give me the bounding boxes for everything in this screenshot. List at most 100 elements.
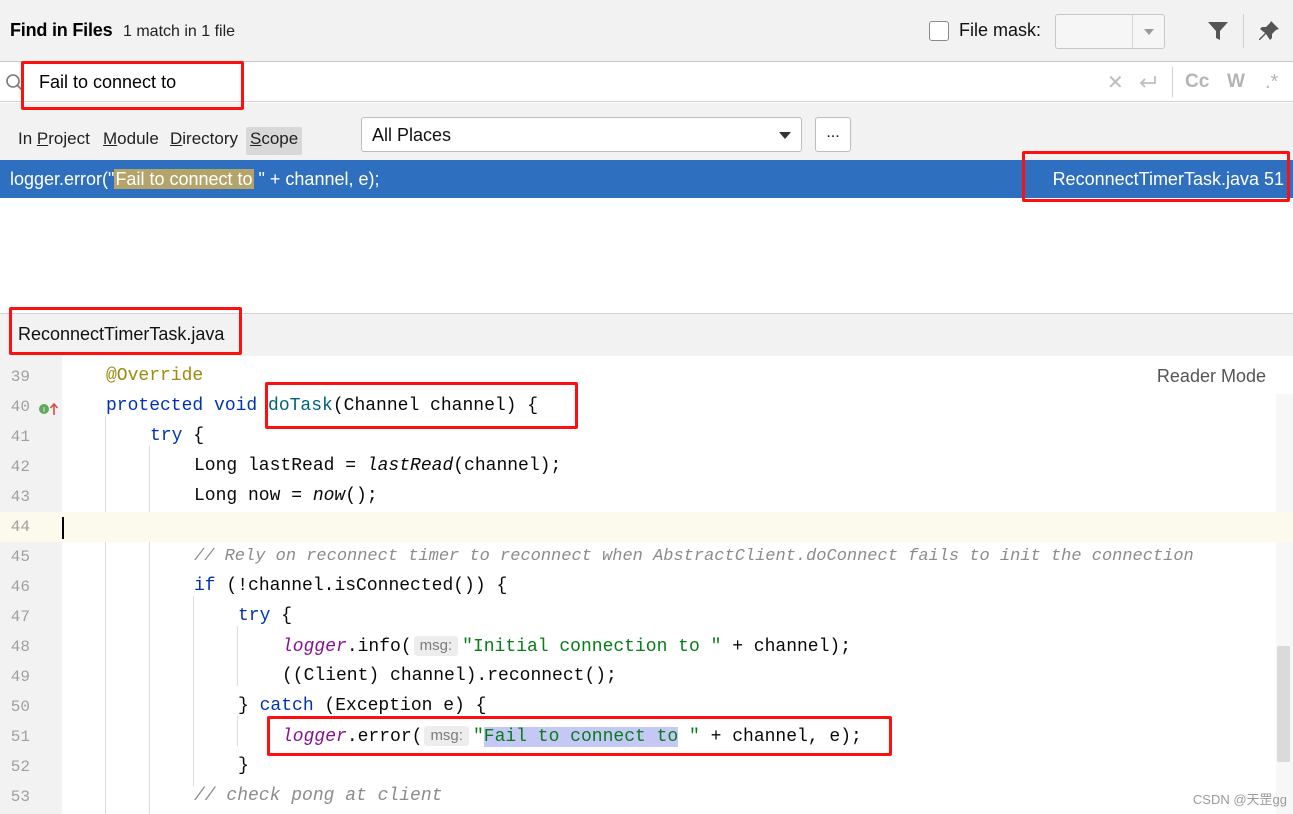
keyword: try: [238, 606, 271, 626]
tab-module[interactable]: Module: [101, 127, 161, 155]
match-case-toggle[interactable]: Cc: [1185, 71, 1209, 93]
code-line-43[interactable]: 43 Long now = now();: [0, 482, 1293, 512]
line-number: 44: [10, 518, 30, 536]
string-literal: ": [678, 727, 700, 747]
file-mask-combo[interactable]: [1055, 14, 1165, 49]
code-comment: // check pong at client: [194, 786, 443, 806]
code-line-48[interactable]: 48 logger.info(msg: "Initial connection t…: [0, 632, 1293, 662]
code-line-46[interactable]: 46 if (!channel.isConnected()) {: [0, 572, 1293, 602]
text-caret: [62, 517, 64, 539]
whole-words-toggle[interactable]: W: [1227, 71, 1245, 93]
line-number: 48: [10, 638, 30, 656]
code-line-41[interactable]: 41 try {: [0, 422, 1293, 452]
line-number: 50: [10, 698, 30, 716]
code-text: {: [182, 426, 205, 446]
code-line-50[interactable]: 50 } catch (Exception e) {: [0, 692, 1293, 722]
regex-toggle[interactable]: .*: [1265, 71, 1278, 94]
code-text: ();: [345, 486, 378, 506]
scope-places-select[interactable]: All Places: [361, 117, 802, 152]
line-number: 39: [10, 368, 30, 386]
code-line-53[interactable]: 53 // check pong at client: [0, 782, 1293, 812]
code-line-42[interactable]: 42 Long lastRead = lastRead(channel);: [0, 452, 1293, 482]
keyword: try: [150, 426, 183, 446]
result-row[interactable]: logger.error("Fail to connect to " + cha…: [0, 160, 1293, 198]
tab-directory[interactable]: Directory: [168, 127, 240, 155]
code-line-40[interactable]: 40 protected void doTask(Channel channel…: [0, 392, 1293, 422]
new-line-icon[interactable]: [1137, 74, 1159, 92]
search-bar: ✕ Cc W .*: [0, 63, 1293, 102]
browse-scope-button[interactable]: ...: [815, 117, 851, 152]
line-number: 45: [10, 548, 30, 566]
code-text: + channel, e);: [699, 727, 862, 747]
code-line-45[interactable]: 45 // Rely on reconnect timer to reconne…: [0, 542, 1293, 572]
result-code: logger.error("Fail to connect to " + cha…: [10, 169, 379, 190]
code-line-52[interactable]: 52 }: [0, 752, 1293, 782]
header-divider: [1243, 14, 1244, 48]
file-mask-checkbox[interactable]: [929, 20, 949, 41]
preview-header: ReconnectTimerTask.java: [0, 313, 1293, 356]
code-text: ((Client) channel).reconnect();: [282, 666, 617, 686]
find-in-files-header: Find in Files 1 match in 1 file File mas…: [0, 0, 1293, 62]
line-number: 49: [10, 668, 30, 686]
chevron-down-icon[interactable]: [1132, 15, 1164, 48]
result-match-highlight: Fail to connect to: [114, 169, 254, 189]
field-logger: logger: [282, 637, 347, 657]
result-code-after: " + channel, e);: [253, 169, 380, 189]
string-literal: ": [472, 727, 484, 747]
results-list: logger.error("Fail to connect to " + cha…: [0, 160, 1293, 313]
field-logger: logger: [282, 727, 347, 747]
line-number: 52: [10, 758, 30, 776]
code-text: Long now =: [194, 486, 313, 506]
code-text: (!channel.isConnected()) {: [215, 576, 508, 596]
line-number: 47: [10, 608, 30, 626]
keyword: if: [194, 576, 216, 596]
file-mask-toggle[interactable]: File mask:: [929, 20, 1041, 41]
line-number: 51: [10, 728, 30, 746]
filter-icon[interactable]: [1205, 18, 1231, 44]
line-number: 42: [10, 458, 30, 476]
search-options-divider: [1172, 67, 1173, 97]
line-number: 40: [10, 398, 30, 416]
vertical-scrollbar[interactable]: [1277, 646, 1290, 762]
code-line-39[interactable]: 39 @Override: [0, 362, 1293, 392]
code-line-47[interactable]: 47 try {: [0, 602, 1293, 632]
code-line-51[interactable]: 51 logger.error(msg: "Fail to connect to …: [0, 722, 1293, 752]
code-text: .info(: [346, 637, 412, 657]
line-number: 43: [10, 488, 30, 506]
search-match-highlight: Fail to connect to: [483, 727, 679, 747]
line-number: 46: [10, 578, 30, 596]
code-text: (channel);: [453, 456, 562, 476]
scope-places-value: All Places: [372, 125, 452, 145]
watermark: CSDN @天罡gg: [1192, 792, 1287, 807]
method-call: lastRead: [366, 456, 454, 476]
file-mask-label: File mask:: [959, 20, 1042, 40]
preview-file-name: ReconnectTimerTask.java: [18, 324, 225, 344]
pin-icon[interactable]: [1256, 18, 1282, 44]
code-preview[interactable]: Reader Mode 39 @Override 40 protected vo…: [0, 356, 1293, 814]
chevron-down-icon: [779, 132, 791, 139]
result-code-before: logger.error(": [10, 169, 115, 189]
search-input[interactable]: [39, 69, 539, 95]
scope-bar: In Project Module Directory Scope All Pl…: [0, 103, 1293, 160]
param-hint: msg:: [424, 726, 469, 746]
code-line-44[interactable]: 44: [0, 512, 1293, 542]
code-text: }: [238, 756, 249, 776]
clear-search-icon[interactable]: ✕: [1107, 70, 1124, 95]
code-text: }: [238, 696, 260, 716]
result-file-location: ReconnectTimerTask.java 51: [1052, 169, 1284, 189]
code-text: Long lastRead =: [194, 456, 367, 476]
code-text: {: [270, 606, 293, 626]
tab-scope[interactable]: Scope: [246, 127, 303, 155]
tab-in-project[interactable]: In Project: [16, 127, 92, 155]
keyword: catch: [259, 696, 314, 716]
implements-method-icon[interactable]: I: [38, 401, 60, 417]
string-literal: "Initial connection to ": [462, 637, 722, 657]
search-icon[interactable]: [5, 73, 25, 93]
keyword: protected void: [106, 396, 269, 416]
dialog-title: Find in Files: [10, 20, 113, 40]
method-call: now: [312, 486, 346, 506]
code-line-49[interactable]: 49 ((Client) channel).reconnect();: [0, 662, 1293, 692]
param-hint: msg:: [413, 636, 459, 656]
match-count: 1 match in 1 file: [123, 23, 236, 40]
method-name: doTask: [268, 396, 333, 416]
